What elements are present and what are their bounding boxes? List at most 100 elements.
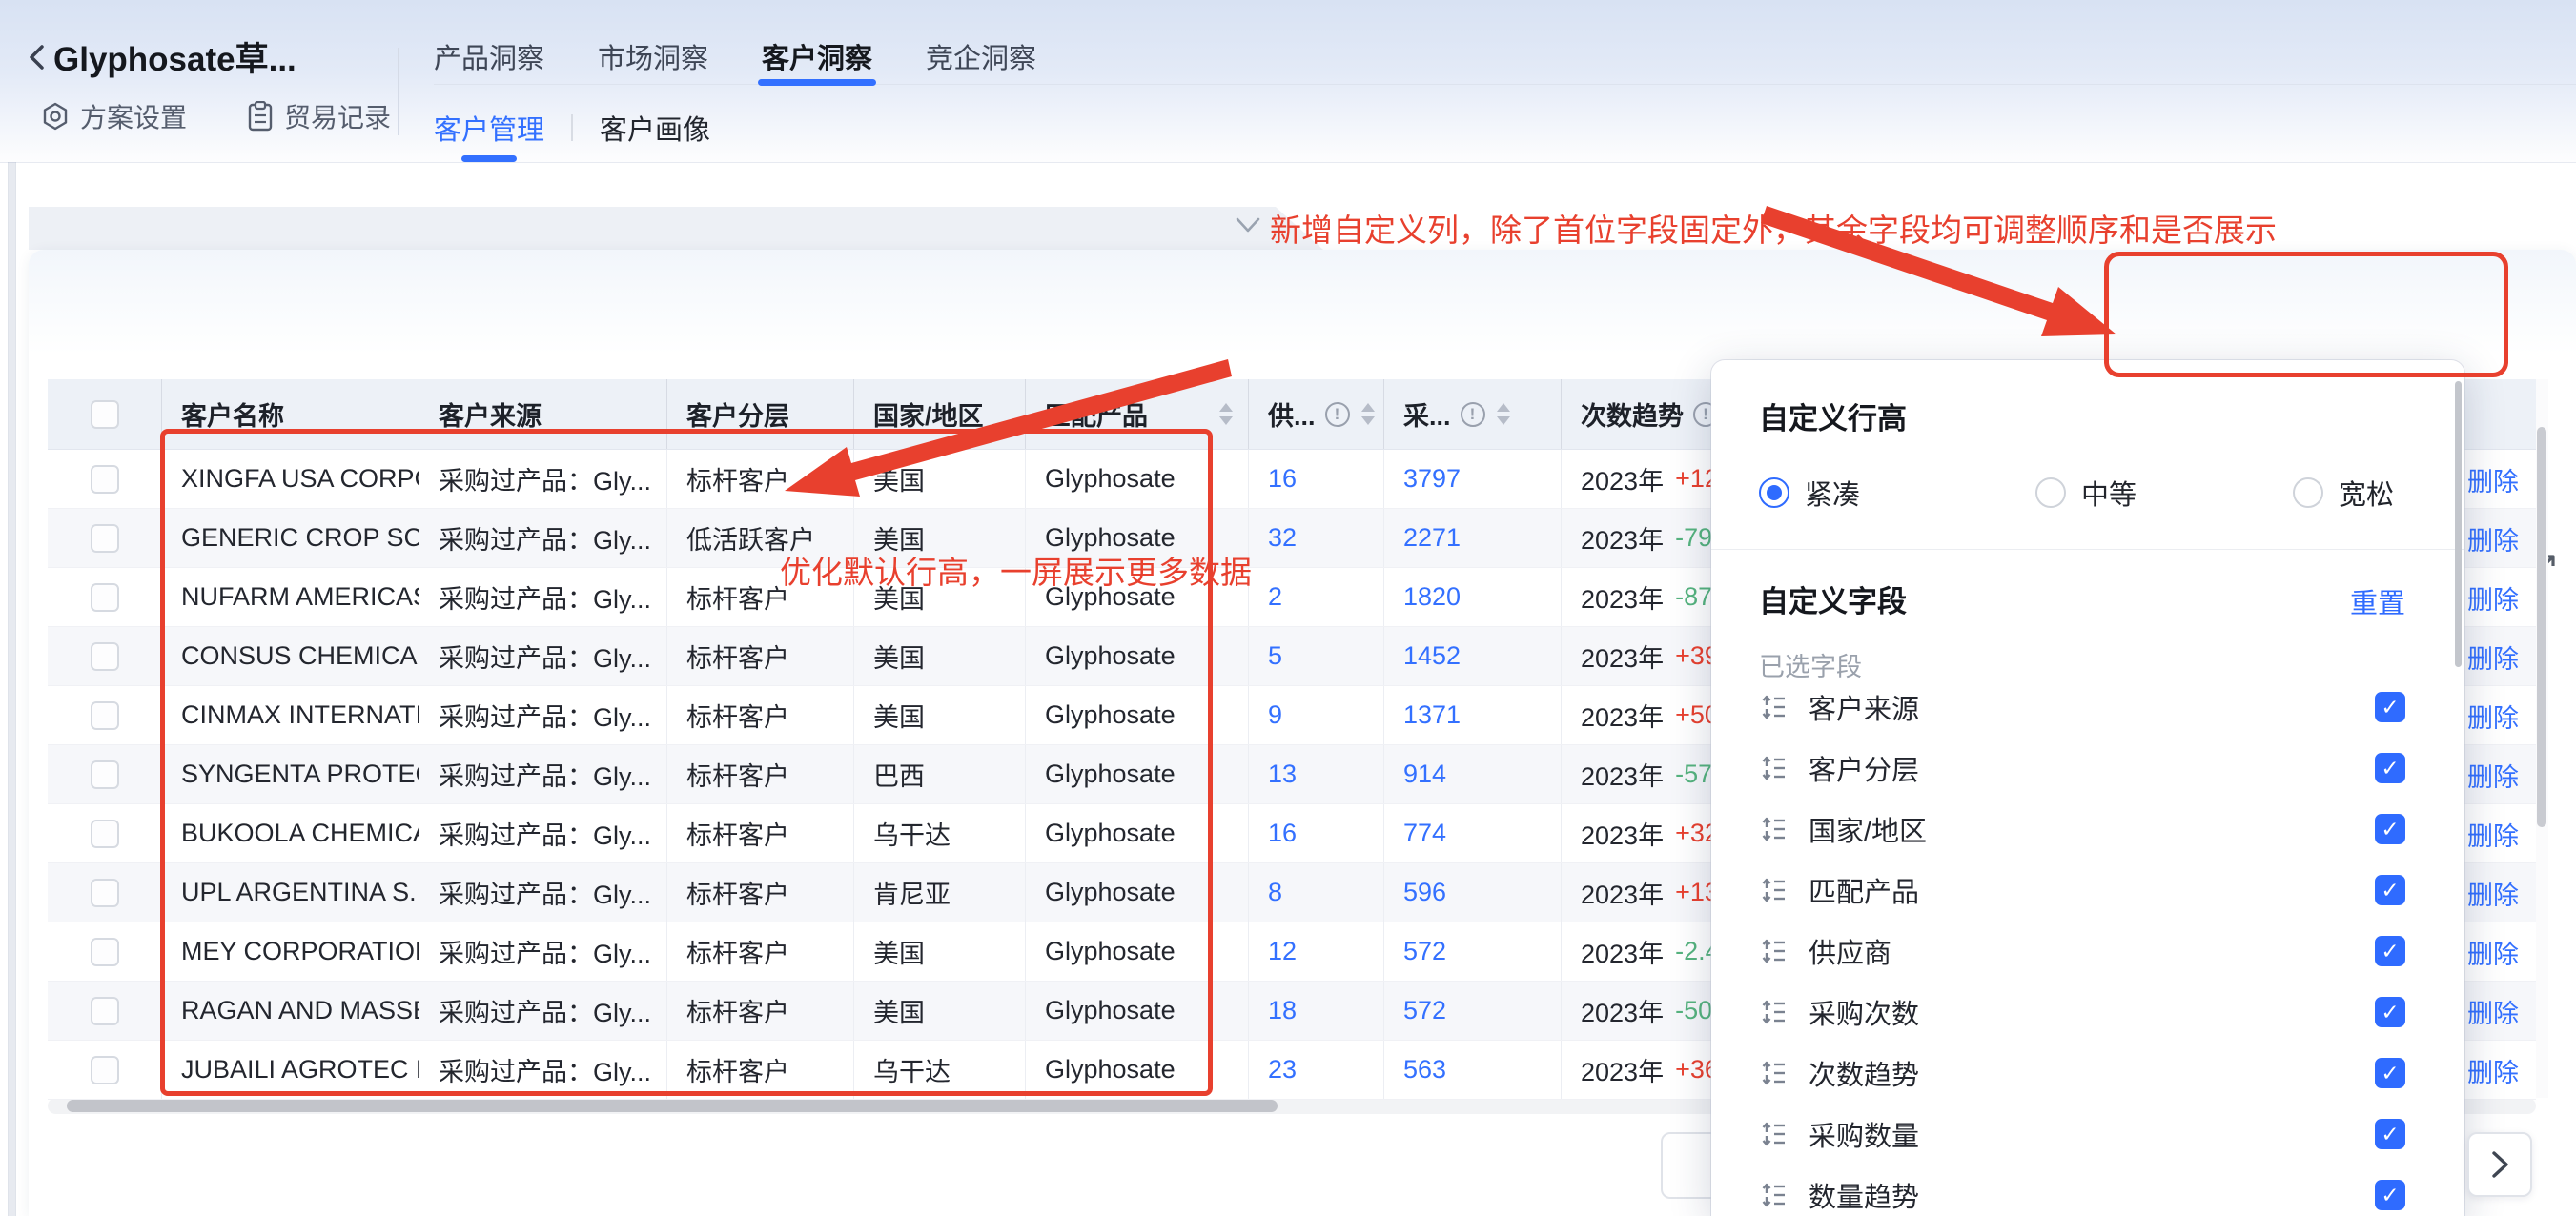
info-icon[interactable]: ! (1325, 402, 1350, 427)
info-icon[interactable]: ! (1461, 402, 1485, 427)
drag-handle-icon[interactable] (1759, 693, 1788, 721)
field-label: 采购数量 (1809, 1114, 1919, 1154)
main-tab[interactable]: 市场洞察 (598, 29, 708, 84)
purchases-count-link[interactable]: 774 (1403, 819, 1446, 848)
delete-row-link[interactable]: 删除 (2467, 450, 2519, 509)
suppliers-count-link[interactable]: 13 (1268, 760, 1297, 789)
suppliers-count-link[interactable]: 16 (1268, 819, 1297, 848)
next-page-button[interactable] (2467, 1132, 2532, 1197)
suppliers-count-link[interactable]: 18 (1268, 996, 1297, 1025)
field-checkbox[interactable]: ✓ (2375, 692, 2405, 722)
sort-icon[interactable] (1497, 403, 1510, 425)
reset-link[interactable]: 重置 (2350, 581, 2405, 621)
field-label: 国家/地区 (1809, 809, 1927, 849)
row-height-title: 自定义行高 (1759, 395, 1907, 437)
suppliers-count-link[interactable]: 23 (1268, 1055, 1297, 1084)
delete-row-link[interactable]: 删除 (2467, 627, 2519, 686)
row-checkbox[interactable] (91, 583, 119, 612)
field-item[interactable]: 客户分层 ✓ (1711, 738, 2464, 799)
suppliers-count-link[interactable]: 8 (1268, 878, 1282, 907)
radio-loose[interactable]: 宽松 (2293, 473, 2394, 513)
field-checkbox[interactable]: ✓ (2375, 1058, 2405, 1088)
delete-row-link[interactable]: 删除 (2467, 568, 2519, 627)
delete-row-link[interactable]: 删除 (2467, 982, 2519, 1041)
suppliers-count-link[interactable]: 2 (1268, 582, 1282, 612)
purchases-count-link[interactable]: 1452 (1403, 641, 1461, 671)
field-item[interactable]: 供应商 ✓ (1711, 921, 2464, 982)
trade-records-button[interactable]: 贸易记录 (246, 97, 391, 135)
field-checkbox[interactable]: ✓ (2375, 936, 2405, 966)
suppliers-count-link[interactable]: 12 (1268, 937, 1297, 966)
back-icon[interactable] (21, 40, 55, 74)
field-checkbox[interactable]: ✓ (2375, 814, 2405, 844)
drag-handle-icon[interactable] (1759, 998, 1788, 1026)
drag-handle-icon[interactable] (1759, 1059, 1788, 1087)
field-checkbox[interactable]: ✓ (2375, 1119, 2405, 1149)
chevron-down-icon[interactable] (1234, 213, 1262, 236)
main-tab[interactable]: 客户洞察 (762, 29, 872, 84)
drag-handle-icon[interactable] (1759, 754, 1788, 782)
field-checkbox[interactable]: ✓ (2375, 753, 2405, 783)
delete-row-link[interactable]: 删除 (2467, 804, 2519, 863)
field-item[interactable]: 国家/地区 ✓ (1711, 799, 2464, 860)
purchases-count-link[interactable]: 1820 (1403, 582, 1461, 612)
row-checkbox[interactable] (91, 760, 119, 789)
suppliers-count-link[interactable]: 5 (1268, 641, 1282, 671)
delete-row-link[interactable]: 删除 (2467, 509, 2519, 568)
delete-row-link[interactable]: 删除 (2467, 686, 2519, 745)
field-item[interactable]: 客户来源 ✓ (1711, 677, 2464, 738)
purchases-count-link[interactable]: 572 (1403, 996, 1446, 1025)
select-all-checkbox[interactable] (91, 400, 119, 429)
radio-icon (2293, 477, 2323, 508)
row-checkbox[interactable] (91, 642, 119, 671)
main-tab[interactable]: 竞企洞察 (926, 29, 1036, 84)
purchases-count-link[interactable]: 1371 (1403, 700, 1461, 730)
vertical-scrollbar-thumb[interactable] (2537, 427, 2546, 827)
row-checkbox[interactable] (91, 938, 119, 966)
sub-tab-customer-profile[interactable]: 客户画像 (600, 93, 710, 162)
main-tab[interactable]: 产品洞察 (434, 29, 544, 84)
drag-handle-icon[interactable] (1759, 937, 1788, 965)
red-highlight-box-table (160, 429, 1213, 1096)
delete-row-link[interactable]: 删除 (2467, 1041, 2519, 1100)
drag-handle-icon[interactable] (1759, 1120, 1788, 1148)
suppliers-count-link[interactable]: 9 (1268, 700, 1282, 730)
row-checkbox[interactable] (91, 1056, 119, 1084)
vertical-scrollbar[interactable] (2534, 379, 2548, 1098)
horizontal-scrollbar-thumb[interactable] (67, 1100, 1278, 1112)
purchases-count-link[interactable]: 563 (1403, 1055, 1446, 1084)
field-checkbox[interactable]: ✓ (2375, 875, 2405, 905)
field-item[interactable]: 采购数量 ✓ (1711, 1104, 2464, 1165)
row-checkbox[interactable] (91, 465, 119, 494)
sort-icon[interactable] (1361, 403, 1375, 425)
purchases-count-link[interactable]: 3797 (1403, 464, 1461, 494)
purchases-count-link[interactable]: 914 (1403, 760, 1446, 789)
purchases-count-link[interactable]: 596 (1403, 878, 1446, 907)
field-checkbox[interactable]: ✓ (2375, 997, 2405, 1027)
radio-medium[interactable]: 中等 (2035, 473, 2136, 513)
drag-handle-icon[interactable] (1759, 1181, 1788, 1209)
row-checkbox[interactable] (91, 820, 119, 848)
field-item[interactable]: 数量趋势 ✓ (1711, 1165, 2464, 1216)
field-item[interactable]: 采购次数 ✓ (1711, 982, 2464, 1043)
delete-row-link[interactable]: 删除 (2467, 863, 2519, 922)
field-item[interactable]: 匹配产品 ✓ (1711, 860, 2464, 921)
row-checkbox[interactable] (91, 701, 119, 730)
suppliers-count-link[interactable]: 32 (1268, 523, 1297, 553)
sub-tab-customer-management[interactable]: 客户管理 (434, 93, 544, 162)
purchases-count-link[interactable]: 2271 (1403, 523, 1461, 553)
plan-settings-button[interactable]: 方案设置 (40, 97, 187, 135)
drag-handle-icon[interactable] (1759, 815, 1788, 843)
field-item[interactable]: 次数趋势 ✓ (1711, 1043, 2464, 1104)
field-checkbox[interactable]: ✓ (2375, 1180, 2405, 1210)
delete-row-link[interactable]: 删除 (2467, 922, 2519, 982)
row-checkbox[interactable] (91, 997, 119, 1025)
drag-handle-icon[interactable] (1759, 876, 1788, 904)
delete-row-link[interactable]: 删除 (2467, 745, 2519, 804)
row-checkbox[interactable] (91, 879, 119, 907)
row-checkbox[interactable] (91, 524, 119, 553)
radio-compact[interactable]: 紧凑 (1759, 473, 1860, 513)
panel-scrollbar-thumb[interactable] (2455, 381, 2462, 667)
purchases-count-link[interactable]: 572 (1403, 937, 1446, 966)
custom-fields-title: 自定义字段 (1759, 578, 1907, 620)
